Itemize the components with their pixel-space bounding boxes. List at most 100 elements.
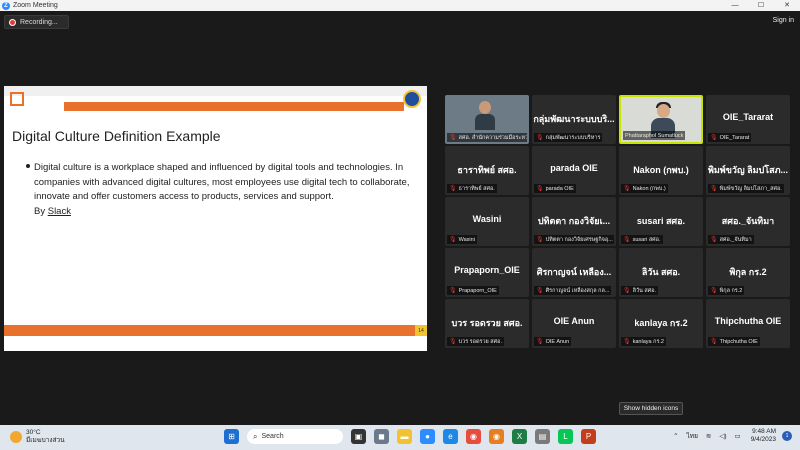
participant-label-text: kanlaya กร.2 <box>632 338 664 345</box>
mic-muted-icon: 🎙 <box>623 237 631 243</box>
participant-name: ศิรกาญจน์ เหลือง... <box>536 267 612 277</box>
participant-tile[interactable]: ศิรกาญจน์ เหลือง... 🎙 ศิรกาญจน์ เหลืองสกุล… <box>532 248 616 297</box>
participant-label-text: Wasini <box>458 236 475 243</box>
participant-label-text: ลิวัน สศอ. <box>632 287 657 294</box>
window-title: Zoom Meeting <box>13 2 58 9</box>
notification-badge[interactable]: 1 <box>782 431 792 441</box>
participant-tile[interactable]: Phattaraphol Sumatluck <box>619 95 703 144</box>
sign-in-link[interactable]: Sign in <box>773 17 794 24</box>
file-explorer-icon[interactable]: ▬ <box>397 429 412 444</box>
participant-tile[interactable]: kanlaya กร.2 🎙 kanlaya กร.2 <box>619 299 703 348</box>
close-button[interactable]: ✕ <box>774 0 800 11</box>
participant-label: 🎙สศอ. สำนักความร่วมมือระหว่าง... <box>447 133 527 142</box>
weather-widget[interactable]: 30°C มีเมฆบางส่วน <box>10 429 65 445</box>
participant-name: ลิวัน สศอ. <box>641 267 681 277</box>
taskbar-search[interactable]: ⌕ Search <box>247 429 343 444</box>
mic-muted-icon: 🎙 <box>449 186 457 192</box>
app-icon[interactable]: ▤ <box>535 429 550 444</box>
participant-tile[interactable]: กลุ่มพัฒนาระบบบริ... 🎙 กลุ่มพัฒนาระบบบริหา… <box>532 95 616 144</box>
clock-time: 9:48 AM <box>752 428 776 435</box>
slide-page-number: 14 <box>415 325 427 336</box>
seal-icon <box>403 90 421 108</box>
participant-name: พิมพ์ขวัญ ลิมปโสภ... <box>707 165 789 175</box>
excel-icon[interactable]: X <box>512 429 527 444</box>
participant-name: kanlaya กร.2 <box>634 318 688 328</box>
windows-start-icon[interactable]: ⊞ <box>224 429 239 444</box>
task-view-icon[interactable]: ▣ <box>351 429 366 444</box>
org-logo-icon <box>10 92 24 106</box>
participant-label: 🎙 บวร รอดรวย สศอ. <box>447 337 504 346</box>
participant-label-text: สศอ._จันทิมา <box>719 236 752 243</box>
show-hidden-icons-tooltip: Show hidden icons <box>619 402 683 415</box>
search-icon: ⌕ <box>253 431 258 441</box>
participant-label: 🎙 OIE_Tararat <box>708 133 752 142</box>
clock[interactable]: 9:48 AM 9/4/2023 <box>751 428 776 444</box>
slide-toolbar <box>4 86 427 96</box>
participant-label: Phattaraphol Sumatluck <box>623 131 686 140</box>
participant-tile[interactable]: Wasini 🎙 Wasini <box>445 197 529 246</box>
participant-tile[interactable]: พิกุล กร.2 🎙 พิกุล กร.2 <box>706 248 790 297</box>
chevron-up-icon[interactable]: ⌃ <box>673 432 678 440</box>
slide-body: Digital culture is a workplace shaped an… <box>34 161 419 219</box>
maximize-button[interactable]: ☐ <box>748 0 774 11</box>
participant-label-text: พิกุล กร.2 <box>719 287 743 294</box>
participant-label-text: OIE_Tararat <box>719 134 750 141</box>
participant-tile[interactable]: Prapaporn_OIE 🎙 Prapaporn_OIE <box>445 248 529 297</box>
line-icon[interactable]: L <box>558 429 573 444</box>
participant-label-text: OIE Anun <box>545 338 570 345</box>
chrome-profile-icon[interactable]: ◉ <box>489 429 504 444</box>
clock-date: 9/4/2023 <box>750 436 776 443</box>
participant-label-text: Prapaporn_OIE <box>458 287 497 294</box>
recording-label: Recording... <box>20 18 58 26</box>
participant-label: 🎙 Nakon (กพบ.) <box>621 184 668 193</box>
slide-by-label: By <box>34 205 48 217</box>
participant-tile[interactable]: Nakon (กพบ.) 🎙 Nakon (กพบ.) <box>619 146 703 195</box>
participant-name: susari สศอ. <box>636 216 686 226</box>
edge-icon[interactable]: e <box>443 429 458 444</box>
participant-label-text: บวร รอดรวย สศอ. <box>458 338 502 345</box>
participant-name: ปทิตตา กองวิจัยเ... <box>537 216 611 226</box>
participant-tile[interactable]: ธาราทิพย์ สศอ. 🎙 ธาราทิพย์ สศอ. <box>445 146 529 195</box>
participant-name: Thipchutha OIE <box>714 316 782 326</box>
mic-muted-icon: 🎙 <box>449 135 457 141</box>
participant-tile[interactable]: พิมพ์ขวัญ ลิมปโสภ... 🎙 พิมพ์ขวัญ ลิมปโสภา_… <box>706 146 790 195</box>
recording-indicator[interactable]: Recording... <box>4 15 69 29</box>
participant-tile[interactable]: parada OIE 🎙 parada OIE <box>532 146 616 195</box>
participant-tile[interactable]: susari สศอ. 🎙 susari สศอ. <box>619 197 703 246</box>
participant-name: Prapaporn_OIE <box>454 265 520 275</box>
mic-muted-icon: 🎙 <box>536 135 544 141</box>
zoom-app-icon[interactable]: ● <box>420 429 435 444</box>
participant-name: OIE Anun <box>553 316 595 326</box>
chrome-icon[interactable]: ◉ <box>466 429 481 444</box>
participant-label: 🎙 กลุ่มพัฒนาระบบบริหาร <box>534 133 603 142</box>
participant-label: 🎙 Wasini <box>447 235 477 244</box>
participant-tile[interactable]: 🎙สศอ. สำนักความร่วมมือระหว่าง... <box>445 95 529 144</box>
participant-tile[interactable]: บวร รอดรวย สศอ. 🎙 บวร รอดรวย สศอ. <box>445 299 529 348</box>
wifi-icon[interactable]: ≋ <box>706 432 711 440</box>
participant-tile[interactable]: ปทิตตา กองวิจัยเ... 🎙 ปทิตตา กองวิจัยเศรษฐ… <box>532 197 616 246</box>
volume-icon[interactable]: ◁) <box>719 432 726 440</box>
participant-label-text: สศอ. สำนักความร่วมมือระหว่าง... <box>458 134 527 141</box>
participant-label-text: ปทิตตา กองวิจัยเศรษฐกิจอุ... <box>545 236 613 243</box>
participant-name: parada OIE <box>550 163 598 173</box>
mic-muted-icon: 🎙 <box>710 339 718 345</box>
taskbar-apps: ⊞ ⌕ Search ▣ ◼ ▬ ● e ◉ ◉ X ▤ L P <box>220 429 600 444</box>
minimize-button[interactable]: — <box>722 0 748 11</box>
slide-link[interactable]: Slack <box>48 206 71 217</box>
participant-label: 🎙 Thipchutha OIE <box>708 337 760 346</box>
mic-muted-icon: 🎙 <box>623 288 631 294</box>
participant-label: 🎙 Prapaporn_OIE <box>447 286 499 295</box>
participant-tile[interactable]: OIE_Tararat 🎙 OIE_Tararat <box>706 95 790 144</box>
participant-tile[interactable]: สศอ._จันทิมา 🎙 สศอ._จันทิมา <box>706 197 790 246</box>
participant-name: ธาราทิพย์ สศอ. <box>457 165 517 175</box>
participant-tile[interactable]: OIE Anun 🎙 OIE Anun <box>532 299 616 348</box>
language-indicator[interactable]: ไทย <box>687 431 698 441</box>
powerpoint-icon[interactable]: P <box>581 429 596 444</box>
title-bar: Z Zoom Meeting — ☐ ✕ <box>0 0 800 11</box>
battery-icon[interactable]: ▭ <box>735 432 741 440</box>
chat-icon[interactable]: ◼ <box>374 429 389 444</box>
participant-label-text: ศิรกาญจน์ เหลืองสกุล กล... <box>545 287 610 294</box>
participant-name: OIE_Tararat <box>722 112 774 122</box>
participant-tile[interactable]: Thipchutha OIE 🎙 Thipchutha OIE <box>706 299 790 348</box>
participant-tile[interactable]: ลิวัน สศอ. 🎙 ลิวัน สศอ. <box>619 248 703 297</box>
